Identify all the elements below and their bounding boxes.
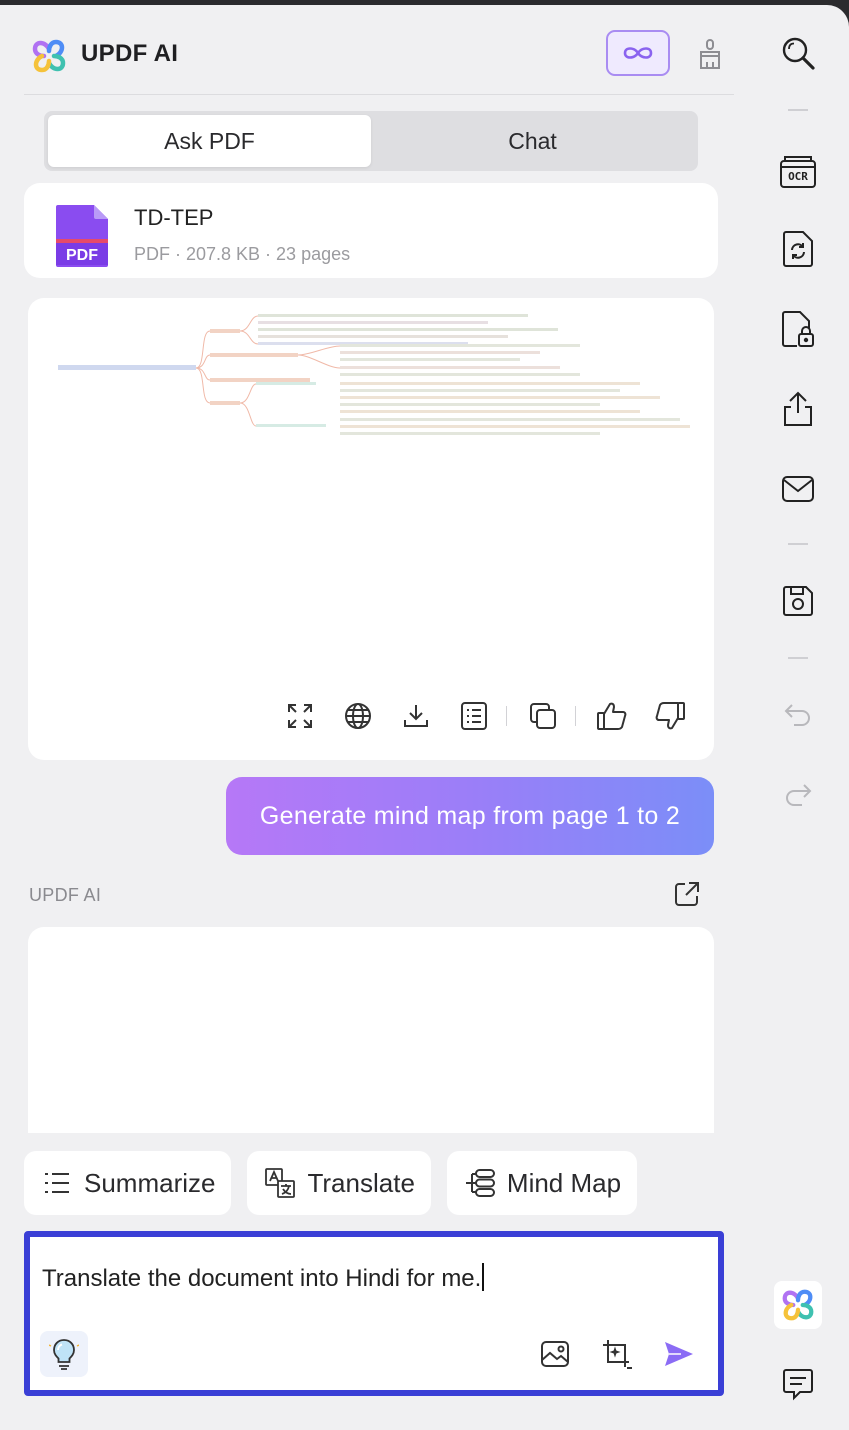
mind-map-label: Mind Map <box>506 1167 622 1198</box>
search-button[interactable] <box>778 33 818 73</box>
prompt-suggestions-button[interactable] <box>40 1331 88 1377</box>
mind-map-card <box>28 298 714 760</box>
panel-header: UPDF AI <box>24 29 734 95</box>
updf-logo-icon <box>30 37 68 75</box>
send-button[interactable] <box>662 1337 696 1371</box>
copy-icon <box>530 703 556 729</box>
comment-icon <box>783 1369 813 1401</box>
chat-input-value: Translate the document into Hindi for me… <box>42 1265 482 1292</box>
ai-sender-label: UPDF AI <box>29 885 102 905</box>
file-meta: PDF · 207.8 KB · 23 pages <box>134 244 351 264</box>
clear-chat-button[interactable] <box>694 37 726 71</box>
save-icon <box>783 586 813 616</box>
updf-ai-button[interactable] <box>774 1281 822 1329</box>
app-window: UPDF AI Ask PDF Chat PDF TD-TEP PDF · 20… <box>0 5 849 1430</box>
share-button[interactable] <box>778 389 818 429</box>
save-button[interactable] <box>778 581 818 621</box>
email-button[interactable] <box>778 469 818 509</box>
mind-map-root <box>58 365 196 370</box>
mind-map-button[interactable]: Mind Map <box>446 1151 638 1215</box>
toolbar-divider <box>506 706 507 726</box>
screenshot-button[interactable] <box>600 1337 634 1371</box>
protect-icon <box>782 311 814 347</box>
thumbs-up-icon <box>597 702 627 730</box>
image-icon <box>541 1341 569 1367</box>
redo-button[interactable] <box>778 775 818 815</box>
download-button[interactable] <box>398 698 434 734</box>
undo-button[interactable] <box>778 695 818 735</box>
copy-button[interactable] <box>525 698 561 734</box>
mind-map-leaves <box>256 314 690 435</box>
text-caret <box>482 1263 485 1291</box>
ocr-icon: OCR <box>780 156 816 188</box>
summarize-button[interactable]: Summarize <box>24 1151 232 1215</box>
tab-ask-pdf[interactable]: Ask PDF <box>48 115 371 167</box>
comment-button[interactable] <box>778 1365 818 1405</box>
outline-icon <box>461 702 487 730</box>
translate-icon <box>263 1166 297 1200</box>
outline-button[interactable] <box>456 698 492 734</box>
share-icon <box>784 391 812 426</box>
convert-icon <box>783 231 813 267</box>
chat-input-text[interactable]: Translate the document into Hindi for me… <box>42 1263 485 1293</box>
mind-map-branches <box>210 329 310 405</box>
pdf-file-icon: PDF <box>56 205 108 267</box>
undo-icon <box>784 704 810 726</box>
globe-icon <box>345 703 371 729</box>
fullscreen-button[interactable] <box>282 698 318 734</box>
right-toolbar: OCR <box>760 5 836 1430</box>
external-link-icon <box>675 882 699 906</box>
thumbs-down-icon <box>655 702 685 730</box>
translate-map-button[interactable] <box>340 698 376 734</box>
chat-input-box[interactable]: Translate the document into Hindi for me… <box>24 1231 724 1396</box>
list-icon <box>40 1166 74 1200</box>
translate-button[interactable]: Translate <box>247 1151 431 1215</box>
toolbar-divider <box>788 109 808 111</box>
mind-map-toolbar <box>282 696 710 736</box>
mode-tabs: Ask PDF Chat <box>44 111 698 171</box>
summarize-label: Summarize <box>84 1167 216 1198</box>
ocr-button[interactable]: OCR <box>778 151 818 191</box>
unlimited-plan-button[interactable] <box>606 30 670 76</box>
pdf-badge-text: PDF <box>66 247 98 264</box>
export-answer-button[interactable] <box>672 879 702 909</box>
download-icon <box>404 705 428 727</box>
user-message-bubble: Generate mind map from page 1 to 2 <box>226 777 714 855</box>
send-icon <box>665 1342 693 1366</box>
image-upload-button[interactable] <box>538 1337 572 1371</box>
tab-chat[interactable]: Chat <box>371 115 694 167</box>
lightbulb-icon <box>49 1337 79 1370</box>
ai-answer-card <box>28 927 714 1133</box>
protect-button[interactable] <box>778 309 818 349</box>
file-name: TD-TEP <box>134 205 214 230</box>
redo-icon <box>786 784 812 806</box>
crop-screenshot-icon <box>603 1340 632 1369</box>
infinity-icon <box>623 47 653 59</box>
fullscreen-icon <box>288 704 312 728</box>
mind-map-preview[interactable] <box>28 298 714 448</box>
app-title: UPDF AI <box>81 40 179 67</box>
convert-button[interactable] <box>778 229 818 269</box>
toolbar-divider <box>575 706 576 726</box>
toolbar-divider <box>788 657 808 659</box>
file-card[interactable]: PDF TD-TEP PDF · 207.8 KB · 23 pages <box>24 183 718 278</box>
search-icon <box>782 37 815 70</box>
translate-label: Translate <box>307 1167 415 1198</box>
dislike-button[interactable] <box>652 698 688 734</box>
brush-icon <box>700 39 720 69</box>
toolbar-divider <box>788 543 808 545</box>
like-button[interactable] <box>594 698 630 734</box>
quick-actions: Summarize Translate Mind Map <box>24 1151 653 1215</box>
updf-ai-icon <box>782 1289 814 1321</box>
email-icon <box>782 476 814 502</box>
svg-text:OCR: OCR <box>788 170 808 183</box>
ai-assistant-panel: UPDF AI Ask PDF Chat PDF TD-TEP PDF · 20… <box>0 5 745 1430</box>
mind-map-icon <box>463 1166 497 1200</box>
